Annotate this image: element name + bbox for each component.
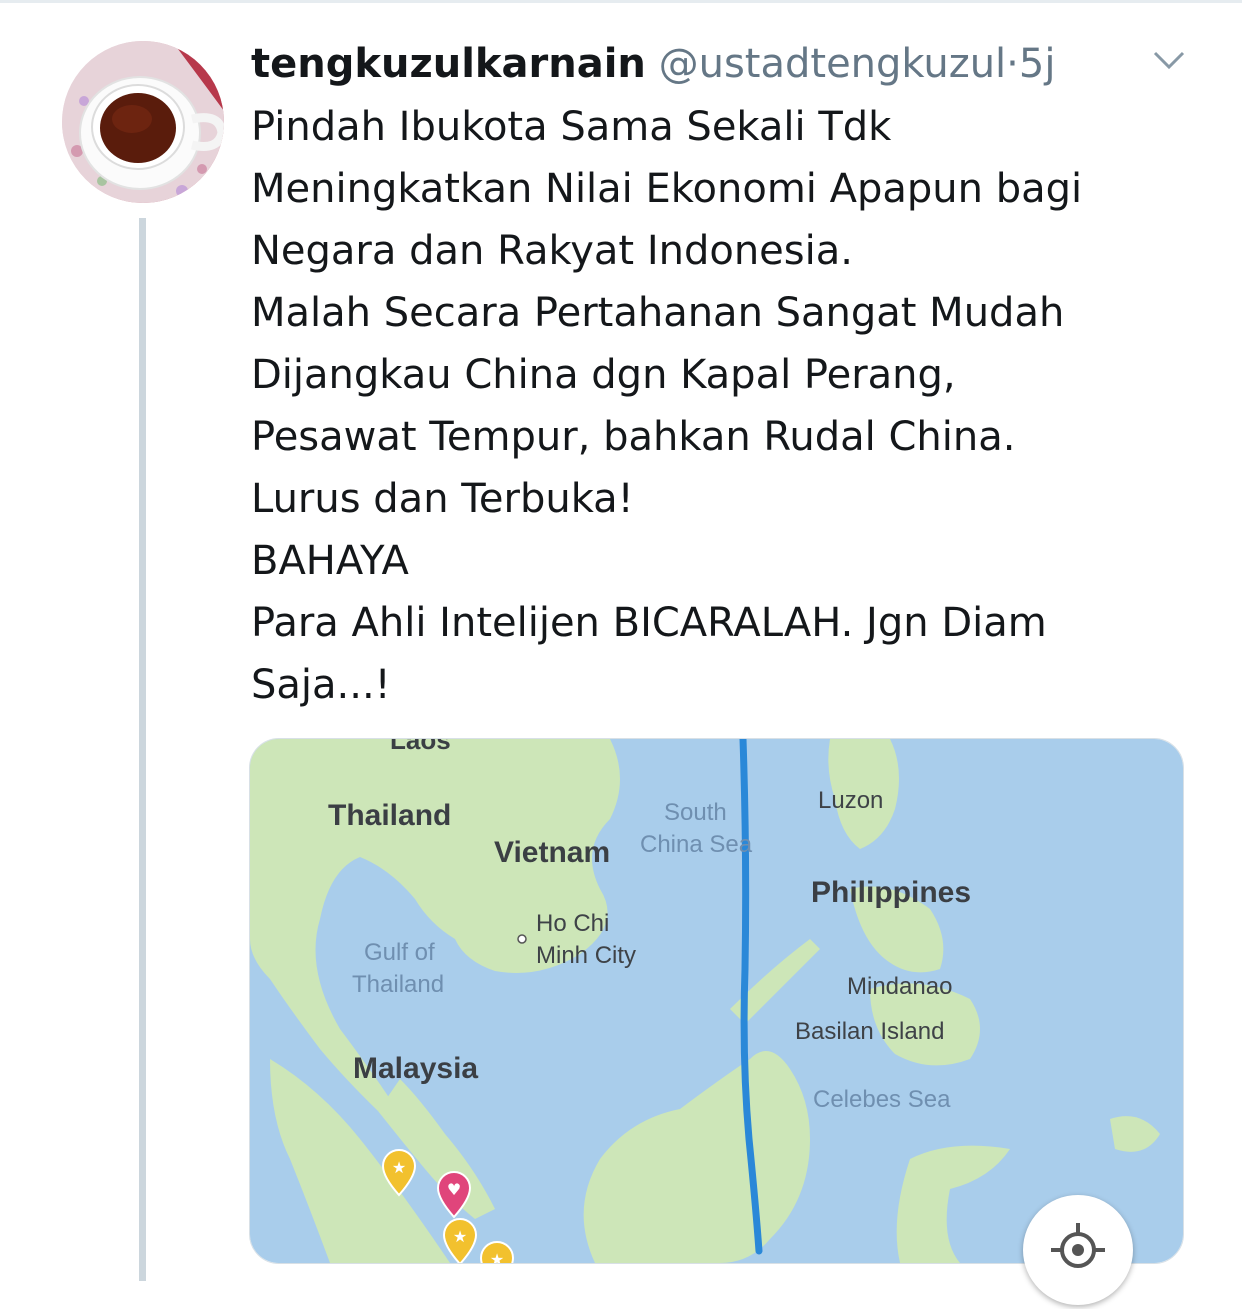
city-marker-icon — [517, 934, 527, 944]
meta-separator: · — [1006, 41, 1019, 87]
my-location-button[interactable] — [1023, 1195, 1133, 1305]
tweet-text-line: Negara dan Rakyat Indonesia. — [251, 228, 853, 274]
map-label-ho-chi-minh-2: Minh City — [536, 942, 637, 969]
tweet-text: Pindah Ibukota Sama Sekali Tdk Meningkat… — [251, 96, 1201, 716]
tweet-text-line: Pindah Ibukota Sama Sekali Tdk — [251, 104, 892, 150]
map-label-basilan: Basilan Island — [795, 1018, 945, 1045]
map-label-mindanao: Mindanao — [847, 973, 953, 1000]
tweet-header: tengkuzulkarnain @ustadtengkuzul·5j — [251, 36, 1055, 92]
map-label-philippines: Philippines — [811, 876, 972, 909]
top-divider — [0, 0, 1242, 3]
chevron-down-icon[interactable] — [1152, 48, 1186, 72]
tweet-text-line: Saja...! — [251, 662, 391, 708]
tweet-text-line: Lurus dan Terbuka! — [251, 476, 634, 522]
author-name[interactable]: tengkuzulkarnain — [251, 41, 646, 87]
thread-line — [139, 218, 146, 1281]
svg-text:★: ★ — [392, 1158, 406, 1177]
map-label-vietnam: Vietnam — [494, 836, 611, 869]
map-label-laos: Laos — [390, 738, 451, 755]
map-label-gulf-1: Gulf of — [364, 939, 435, 966]
tweet-text-line: Malah Secara Pertahanan Sangat Mudah — [251, 290, 1065, 336]
map-label-south-china-sea-1: South — [664, 799, 727, 826]
map-label-luzon: Luzon — [818, 787, 884, 814]
svg-text:★: ★ — [453, 1227, 467, 1246]
map-image[interactable]: Laos Thailand Vietnam South China Sea Lu… — [249, 738, 1184, 1264]
map-label-ho-chi-minh-1: Ho Chi — [536, 910, 610, 937]
svg-text:★: ★ — [490, 1250, 504, 1264]
map-label-malaysia: Malaysia — [353, 1052, 479, 1085]
map-label-celebes-sea: Celebes Sea — [813, 1086, 951, 1113]
author-handle[interactable]: @ustadtengkuzul — [659, 41, 1007, 87]
map-label-gulf-2: Thailand — [352, 971, 445, 998]
avatar[interactable] — [62, 41, 224, 203]
tweet-text-line: Dijangkau China dgn Kapal Perang, — [251, 352, 956, 398]
my-location-icon — [1051, 1223, 1105, 1268]
map-label-south-china-sea-2: China Sea — [640, 831, 753, 858]
tweet-text-line: Para Ahli Intelijen BICARALAH. Jgn Diam — [251, 600, 1047, 646]
heart-pin-icon[interactable]: ♥ — [433, 1169, 475, 1219]
tweet-timestamp[interactable]: 5j — [1019, 41, 1056, 87]
star-pin-icon[interactable]: ★ — [476, 1239, 518, 1264]
map-label-thailand: Thailand — [328, 799, 452, 832]
tweet-text-line: Meningkatkan Nilai Ekonomi Apapun bagi — [251, 166, 1083, 212]
tweet-text-line: BAHAYA — [251, 538, 409, 584]
star-pin-icon[interactable]: ★ — [378, 1147, 420, 1197]
tea-cup-icon — [62, 41, 224, 203]
tweet-text-line: Pesawat Tempur, bahkan Rudal China. — [251, 414, 1016, 460]
svg-text:♥: ♥ — [447, 1180, 461, 1199]
star-pin-icon[interactable]: ★ — [439, 1216, 481, 1264]
